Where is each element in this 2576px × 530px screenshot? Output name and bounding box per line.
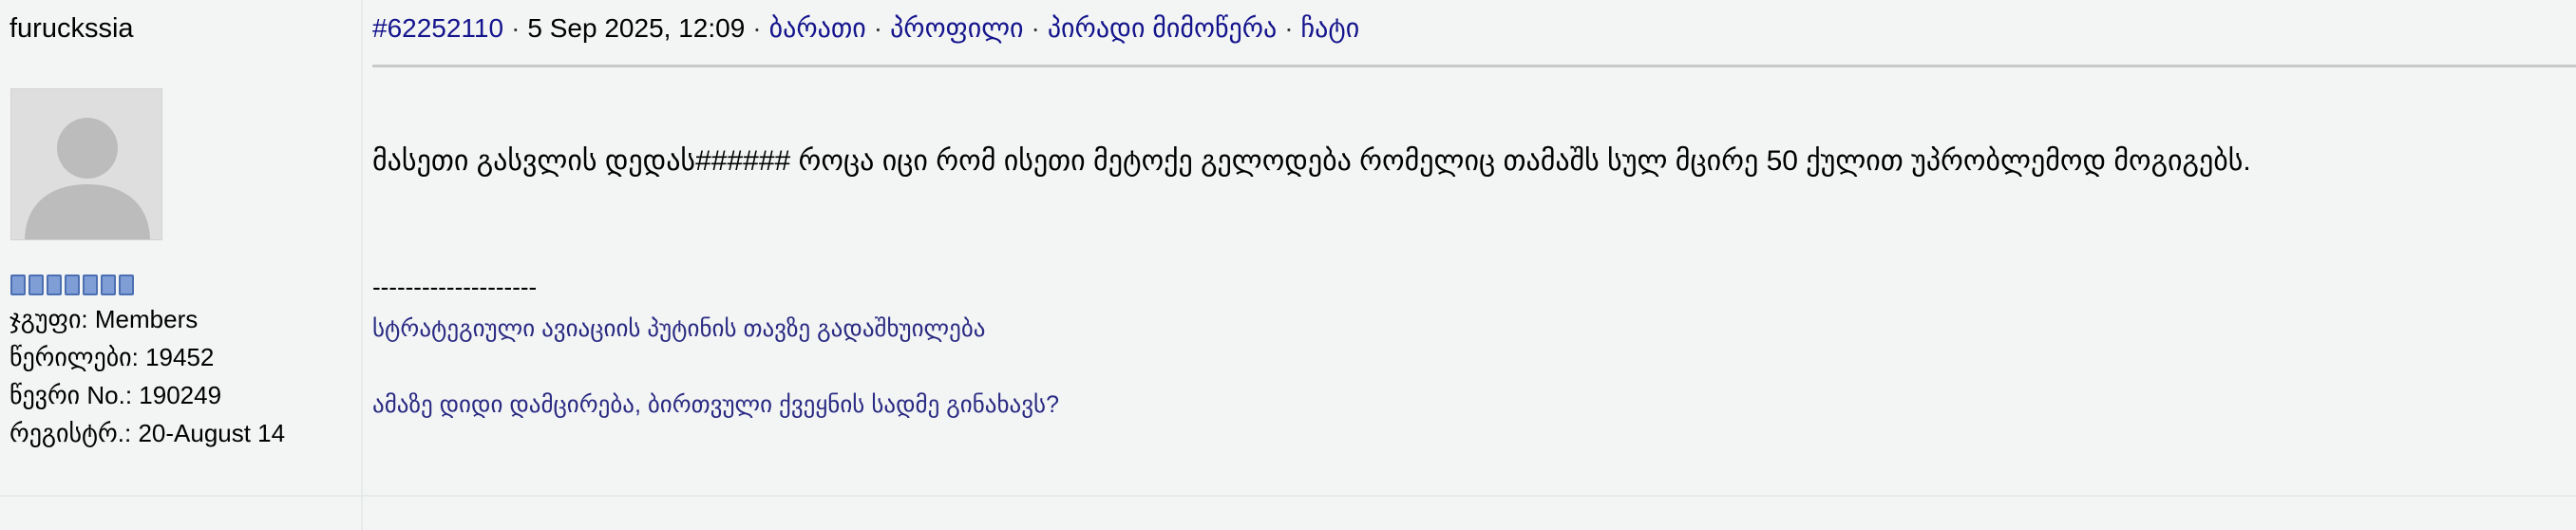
group-label: ჯგუფი: xyxy=(9,305,88,333)
profile-link[interactable]: პროფილი xyxy=(890,13,1023,43)
post-bottom-divider xyxy=(0,495,2576,497)
post-message: მასეთი გასვლის დედას###### როცა იცი რომ … xyxy=(372,145,2251,177)
posts-row: წერილები: 19452 xyxy=(9,338,285,376)
member-no-label: წევრი No.: xyxy=(9,381,133,409)
rank-pip xyxy=(47,274,62,295)
private-message-link[interactable]: პირადი მიმოწერა xyxy=(1048,13,1277,43)
separator: · xyxy=(1031,13,1040,43)
post-content: #62252110 · 5 Sep 2025, 12:09 · ბარათი · პროფი… xyxy=(372,0,2576,530)
header-divider xyxy=(372,65,2576,67)
rank-pip xyxy=(65,274,80,295)
separator: · xyxy=(1284,13,1294,43)
post-header: #62252110 · 5 Sep 2025, 12:09 · ბარათი · პროფი… xyxy=(372,9,1359,47)
signature-divider: -------------------- xyxy=(372,273,538,301)
post-id-link[interactable]: #62252110 xyxy=(372,13,503,43)
rank-pip xyxy=(10,274,26,295)
registered-label: რეგისტრ.: xyxy=(9,419,132,447)
signature-line-1: სტრატეგიული ავიაციის პუტინის თავზე გადაშ… xyxy=(372,315,986,342)
separator: · xyxy=(752,13,762,43)
member-no-row: წევრი No.: 190249 xyxy=(9,376,285,414)
signature-line-2: ამაზე დიდი დამცირება, ბირთვული ქვეყნის ს… xyxy=(372,391,1059,418)
registered-row: რეგისტრ.: 20-August 14 xyxy=(9,414,285,452)
rank-pips xyxy=(10,274,134,295)
forum-post: furuckssia ჯგუფი: Members წერილები: 1945… xyxy=(0,0,2576,530)
author-meta: ჯგუფი: Members წერილები: 19452 წევრი No.… xyxy=(9,300,285,452)
posts-value: 19452 xyxy=(145,343,215,371)
chat-link[interactable]: ჩატი xyxy=(1301,13,1360,43)
registered-value: 20-August 14 xyxy=(138,419,286,447)
card-link[interactable]: ბარათი xyxy=(769,13,866,43)
rank-pip xyxy=(101,274,116,295)
separator: · xyxy=(511,13,521,43)
group-row: ჯგუფი: Members xyxy=(9,300,285,338)
author-sidebar: furuckssia ჯგუფი: Members წერილები: 1945… xyxy=(0,0,363,530)
member-no-value: 190249 xyxy=(139,381,222,409)
separator: · xyxy=(873,13,883,43)
posts-label: წერილები: xyxy=(9,343,139,371)
default-avatar-icon[interactable] xyxy=(10,88,162,240)
rank-pip xyxy=(28,274,44,295)
rank-pip xyxy=(83,274,98,295)
author-username[interactable]: furuckssia xyxy=(9,9,361,47)
group-value: Members xyxy=(94,305,199,333)
rank-pip xyxy=(119,274,134,295)
post-date: 5 Sep 2025, 12:09 xyxy=(527,13,746,43)
